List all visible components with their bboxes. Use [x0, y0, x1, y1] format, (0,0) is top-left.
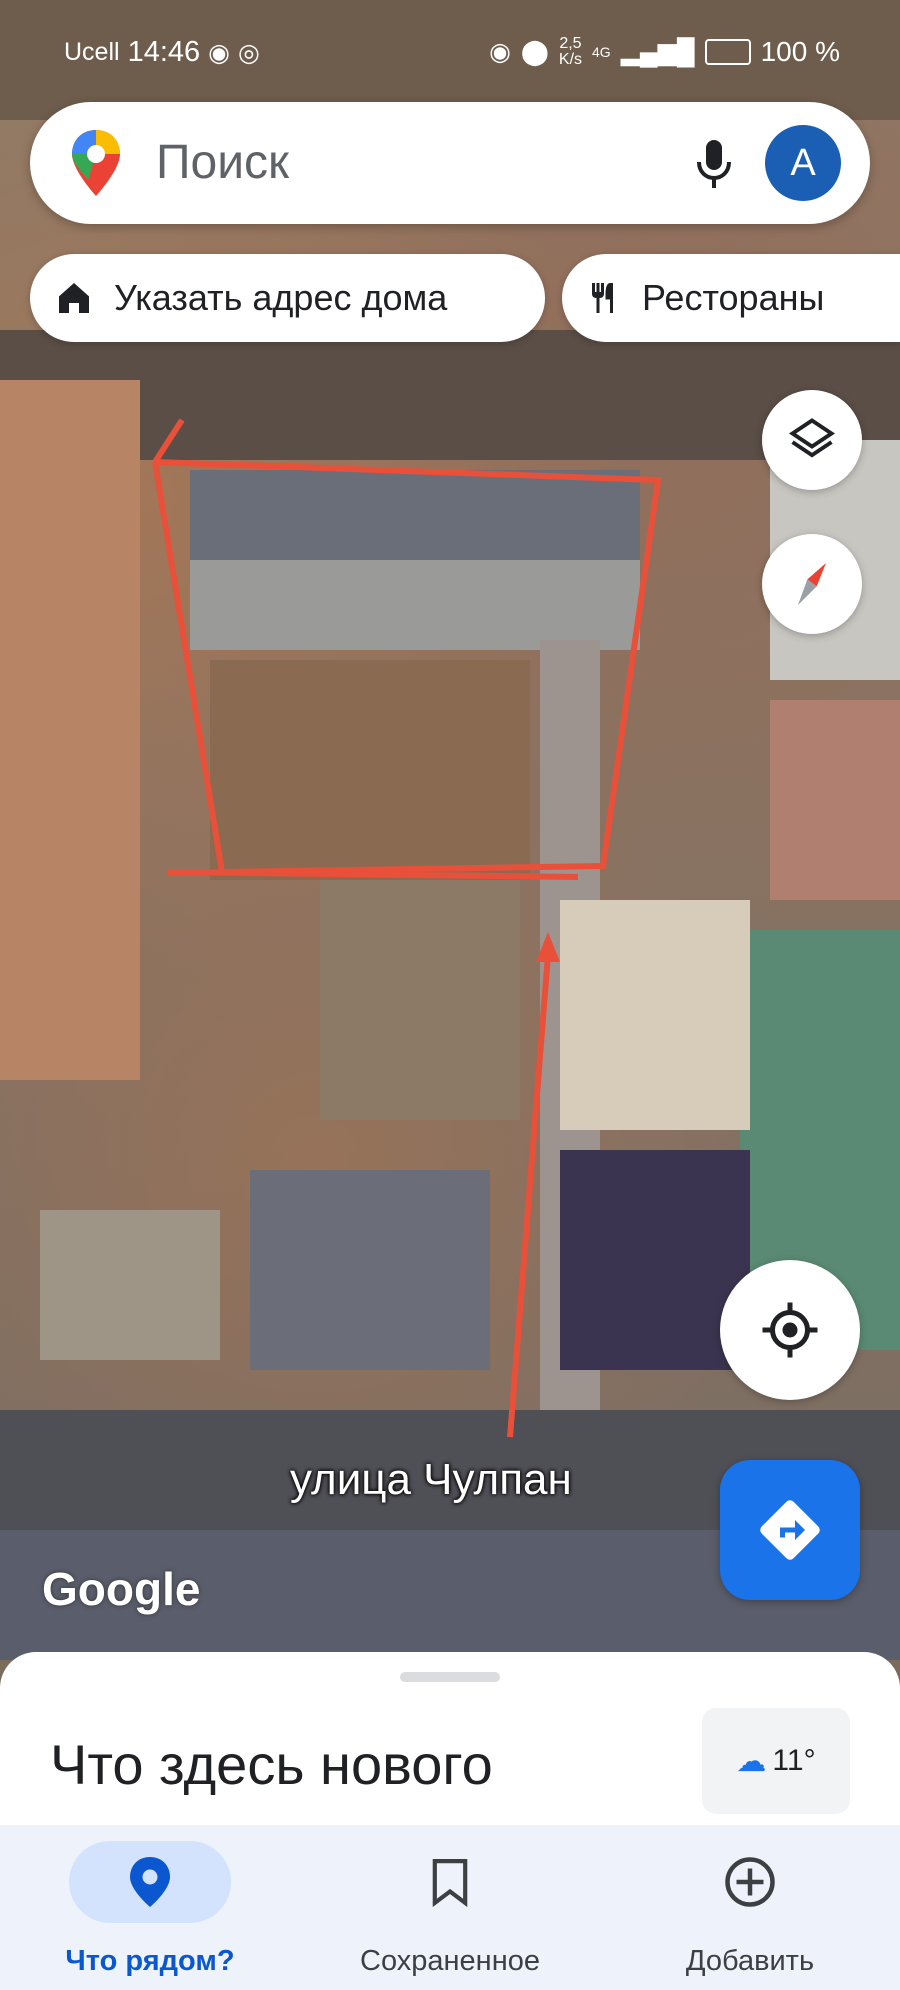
notification-icon: ◉: [208, 38, 230, 67]
microphone-icon[interactable]: [694, 138, 734, 190]
annotation-arrow-shaft: [507, 954, 551, 1438]
compass-icon: [798, 563, 826, 605]
restaurants-chip[interactable]: Рестораны: [562, 254, 900, 342]
my-location-button[interactable]: [720, 1260, 860, 1400]
annotation-arrow-head: [536, 932, 560, 962]
nav-contribute-label: Добавить: [685, 1945, 815, 1977]
restaurants-label: Рестораны: [642, 277, 825, 318]
nav-explore-label: Что рядом?: [65, 1945, 235, 1977]
search-input[interactable]: Поиск: [156, 135, 289, 190]
cloud-rain-icon: ☁: [736, 1744, 767, 1778]
signal-icon: ▂▄▆█: [620, 38, 695, 66]
carrier-label: Ucell: [64, 38, 120, 66]
crosshair-icon: [762, 1302, 818, 1358]
battery-level: 100 %: [760, 36, 840, 67]
set-home-address-chip[interactable]: Указать адрес дома: [30, 254, 545, 342]
sheet-title: Что здесь нового: [50, 1733, 493, 1796]
nav-explore[interactable]: Что рядом?: [0, 1825, 300, 1990]
location-icon: ⬤: [520, 38, 549, 66]
weather-temperature: 11°: [772, 1744, 816, 1777]
directions-icon: [760, 1500, 820, 1560]
weather-chip[interactable]: ☁ 11°: [702, 1708, 850, 1814]
satellite-map[interactable]: [0, 0, 900, 1660]
nav-contribute[interactable]: Добавить: [600, 1825, 900, 1990]
clock: 14:46: [127, 36, 201, 68]
location-pin-icon: [130, 1857, 170, 1907]
restaurant-icon: [592, 283, 613, 313]
nav-saved[interactable]: Сохраненное: [300, 1825, 600, 1990]
bottom-sheet[interactable]: Что здесь нового ☁ 11°: [0, 1652, 900, 1830]
bookmark-icon: [432, 1859, 468, 1907]
compass-button[interactable]: [762, 534, 862, 634]
battery-icon: [704, 39, 751, 65]
eye-icon: ◉: [489, 38, 511, 66]
directions-button[interactable]: [720, 1460, 860, 1600]
search-bar[interactable]: Поиск A: [30, 102, 870, 224]
street-label: улица Чулпан: [290, 1455, 572, 1504]
annotation-bottom-edge-extension: [167, 869, 579, 880]
avatar-letter: A: [790, 141, 816, 184]
add-circle-icon: [725, 1857, 775, 1907]
nav-explore-icon-pill: [69, 1841, 231, 1923]
layers-icon: [788, 418, 836, 458]
nav-saved-icon-wrap: [369, 1841, 531, 1923]
nav-saved-label: Сохраненное: [360, 1945, 540, 1977]
nav-contribute-icon-wrap: [669, 1841, 831, 1923]
status-bar: Ucell 14:46 ◉ ◎ ◉ ⬤ 2,5 K/s 4G ▂▄▆█ 100 …: [0, 0, 900, 95]
annotation-plot-outline: [152, 459, 662, 876]
set-home-address-label: Указать адрес дома: [114, 277, 448, 318]
home-icon: [59, 283, 89, 313]
google-maps-logo-icon: [72, 130, 120, 196]
annotation-top-edge-extension: [152, 418, 185, 464]
network-speed: 2,5 K/s: [558, 35, 583, 68]
layers-button[interactable]: [762, 390, 862, 490]
sheet-drag-handle[interactable]: [400, 1672, 500, 1682]
account-avatar[interactable]: A: [765, 125, 841, 201]
network-type: 4G: [592, 44, 611, 60]
google-attribution: Google: [42, 1563, 201, 1615]
bottom-navigation: Что рядом? Сохраненное Добавить: [0, 1825, 900, 1990]
instagram-icon: ◎: [237, 38, 260, 67]
annotation-overlay: [152, 418, 662, 1438]
